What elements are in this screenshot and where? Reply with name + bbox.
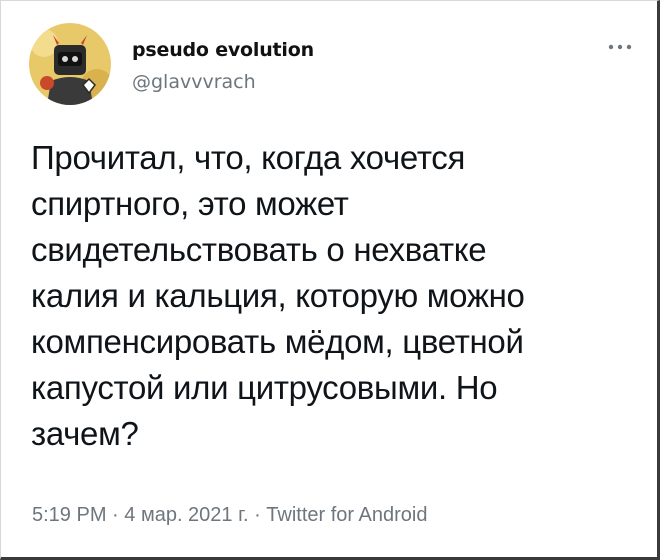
- avatar[interactable]: [29, 23, 111, 105]
- avatar-robot-icon: [29, 23, 111, 105]
- tweet-text-line: компенсировать мёдом, цветной: [31, 323, 524, 360]
- meta-separator: ·: [248, 504, 267, 526]
- tweet-source[interactable]: Twitter for Android: [266, 504, 427, 526]
- tweet-text-line: Прочитал, что, когда хочется: [31, 139, 466, 176]
- tweet-time[interactable]: 5:19 PM: [32, 504, 106, 526]
- author-handle[interactable]: @glavvvrach: [132, 71, 256, 93]
- more-options-icon[interactable]: [605, 39, 635, 55]
- tweet-card: pseudo evolution @glavvvrach Прочитал, ч…: [0, 0, 660, 560]
- author-name[interactable]: pseudo evolution: [132, 39, 314, 61]
- tweet-text-line: капустой или цитрусовыми. Но: [31, 369, 498, 406]
- meta-separator: ·: [106, 504, 125, 526]
- tweet-text-line: зачем?: [31, 415, 139, 452]
- tweet-text-line: калия и кальция, которую можно: [31, 277, 525, 314]
- tweet-text-line: свидетельствовать о нехватке: [31, 231, 487, 268]
- tweet-meta: 5:19 PM · 4 мар. 2021 г. · Twitter for A…: [32, 504, 427, 527]
- tweet-text: Прочитал, что, когда хочется спиртного, …: [31, 135, 641, 457]
- tweet-date[interactable]: 4 мар. 2021 г.: [124, 504, 248, 526]
- tweet-text-line: спиртного, это может: [31, 185, 349, 222]
